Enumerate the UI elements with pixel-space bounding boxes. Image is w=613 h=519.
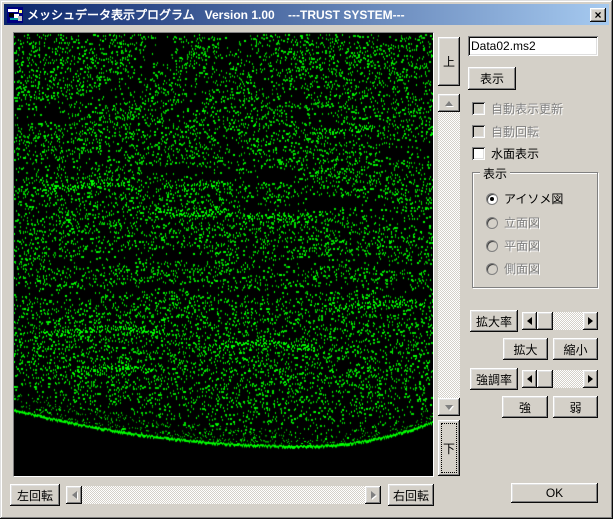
rotation-left-arrow	[66, 486, 82, 504]
strong-label: 強	[519, 399, 531, 416]
water-surface-checkbox[interactable]	[472, 147, 485, 160]
pan-up-button[interactable]: 上	[438, 37, 460, 86]
weak-label: 弱	[569, 399, 581, 416]
zoom-out-button[interactable]: 縮小	[553, 338, 598, 360]
zoom-out-label: 縮小	[563, 341, 587, 358]
scroll-up-icon	[445, 101, 453, 106]
zoom-in-button[interactable]: 拡大	[503, 338, 548, 360]
rotate-left-label: 左回転	[17, 487, 53, 504]
zoom-rate-right-button[interactable]	[583, 312, 598, 330]
auto-refresh-checkbox	[472, 102, 485, 115]
rotation-scrollbar	[66, 486, 381, 504]
checkbox-auto-refresh: 自動表示更新	[472, 100, 563, 117]
emphasis-right-button[interactable]	[583, 370, 598, 388]
zoom-rate-button[interactable]: 拡大率	[470, 310, 518, 332]
vertical-scrollbar	[438, 94, 460, 416]
emphasis-rate-button[interactable]: 強調率	[470, 368, 518, 390]
strong-button[interactable]: 強	[502, 396, 548, 418]
radio-plan: 平面図	[486, 237, 540, 254]
display-mode-group-title: 表示	[480, 165, 510, 182]
zoom-in-label: 拡大	[513, 341, 537, 358]
rotate-right-label: 右回転	[393, 487, 429, 504]
ok-label: OK	[546, 486, 563, 500]
checkbox-auto-rotate: 自動回転	[472, 123, 539, 140]
zoom-rate-label: 拡大率	[476, 313, 512, 330]
title-bar: メッシュデータ表示プログラム Version 1.00 ---TRUST SYS…	[4, 4, 609, 25]
scroll-right-icon	[588, 317, 593, 325]
emphasis-rate-scrollbar	[522, 370, 598, 388]
side-radio	[486, 263, 498, 275]
pan-down-button[interactable]: 下	[438, 420, 460, 476]
rotation-track	[82, 486, 365, 504]
app-window: メッシュデータ表示プログラム Version 1.00 ---TRUST SYS…	[0, 0, 613, 519]
mesh-viewport	[14, 33, 433, 476]
rotate-right-button[interactable]: 右回転	[388, 484, 434, 506]
emphasis-rate-label: 強調率	[476, 371, 512, 388]
zoom-rate-scrollbar	[522, 312, 598, 330]
ok-button[interactable]: OK	[511, 483, 598, 503]
auto-rotate-checkbox	[472, 125, 485, 138]
emphasis-track[interactable]	[553, 370, 583, 388]
scroll-right-icon	[588, 375, 593, 383]
emphasis-left-button[interactable]	[522, 370, 537, 388]
radio-elevation: 立面図	[486, 214, 540, 231]
zoom-rate-left-button[interactable]	[522, 312, 537, 330]
mesh-viewport-frame	[13, 32, 434, 477]
elevation-radio	[486, 217, 498, 229]
auto-refresh-label: 自動表示更新	[491, 100, 563, 117]
scroll-left-icon	[72, 491, 77, 499]
scroll-down-icon	[445, 405, 453, 410]
side-label: 側面図	[504, 260, 540, 277]
display-button[interactable]: 表示	[468, 67, 516, 90]
radio-side: 側面図	[486, 260, 540, 277]
scroll-left-icon	[527, 317, 532, 325]
plan-label: 平面図	[504, 237, 540, 254]
close-icon: ×	[594, 9, 601, 21]
vertical-scroll-track	[438, 112, 460, 398]
scroll-up-button	[438, 94, 460, 112]
display-button-label: 表示	[480, 70, 504, 87]
pan-up-label: 上	[443, 53, 455, 70]
water-surface-label: 水面表示	[491, 145, 539, 162]
plan-radio	[486, 240, 498, 252]
pan-down-label: 下	[443, 440, 455, 457]
isometric-label: アイソメ図	[504, 190, 563, 207]
window-title: メッシュデータ表示プログラム Version 1.00 ---TRUST SYS…	[27, 6, 586, 23]
radio-isometric[interactable]: アイソメ図	[486, 190, 563, 207]
zoom-rate-track[interactable]	[553, 312, 583, 330]
rotation-right-arrow	[365, 486, 381, 504]
rotate-left-button[interactable]: 左回転	[10, 484, 60, 506]
isometric-radio[interactable]	[486, 193, 498, 205]
app-icon	[7, 7, 23, 23]
scroll-right-icon	[371, 491, 376, 499]
close-button[interactable]: ×	[590, 8, 606, 22]
checkbox-water-surface[interactable]: 水面表示	[472, 145, 539, 162]
display-mode-group: 表示 アイソメ図 立面図 平面図 側面図	[472, 172, 598, 288]
auto-rotate-label: 自動回転	[491, 123, 539, 140]
emphasis-thumb[interactable]	[537, 370, 553, 388]
zoom-rate-thumb[interactable]	[537, 312, 553, 330]
scroll-down-button	[438, 398, 460, 416]
scroll-left-icon	[527, 375, 532, 383]
elevation-label: 立面図	[504, 214, 540, 231]
weak-button[interactable]: 弱	[553, 396, 598, 418]
filename-input[interactable]	[468, 36, 598, 56]
